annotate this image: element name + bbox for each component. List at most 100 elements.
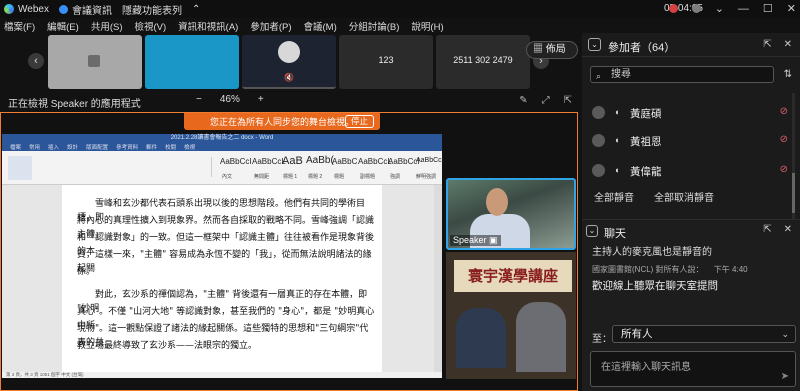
video-off-icon[interactable]: ⊘ (780, 134, 788, 145)
participant-name: 黃祖恩 (630, 136, 662, 148)
participants-header: ⌄ 參加者（64） ⇱ ✕ (582, 33, 800, 57)
sort-icon[interactable]: ⇅ (784, 69, 792, 80)
style-sample: AaBbCcI (416, 157, 444, 164)
stage-banner: 寰宇漢學講座 (454, 260, 572, 292)
speaker-label: Speaker ▣ (450, 235, 501, 246)
send-icon[interactable]: ➤ (781, 371, 789, 382)
chat-recipient-select[interactable]: 所有人 ⌄ (612, 325, 796, 343)
participant-name: 黃庭碩 (630, 108, 662, 120)
sync-stage-banner: 您正在為所有人同步您的舞台檢視。 停止 (184, 113, 380, 130)
participant-row[interactable]: ◖ 黃祖恩 ⊘ (592, 132, 792, 148)
fullscreen-icon[interactable]: ⤢ (542, 95, 550, 106)
participant-name: 黃偉龍 (630, 166, 662, 178)
chat-message-cut: 主持人的麥克風也是靜音的 (592, 247, 712, 258)
menu-help[interactable]: 說明(H) (411, 19, 443, 33)
webex-logo-icon (4, 4, 14, 14)
chat-input[interactable]: 在這裡輸入聊天訊息 ➤ (590, 351, 796, 387)
close-panel-icon[interactable]: ✕ (784, 39, 792, 50)
strip-prev-icon[interactable]: ‹ (28, 53, 44, 69)
recipient-value: 所有人 (621, 328, 653, 340)
video-off-icon[interactable]: ⊘ (780, 164, 788, 175)
collapse-chat-icon[interactable]: ⌄ (586, 225, 598, 237)
unmute-all-button[interactable]: 全部取消靜音 (654, 189, 714, 204)
menu-breakout[interactable]: 分組討論(B) (349, 19, 400, 33)
video-tile-4[interactable]: 123 (339, 35, 433, 89)
menu-participant[interactable]: 參加者(P) (250, 19, 291, 33)
style-name: 內文 (222, 174, 233, 180)
word-scrollbar[interactable] (434, 185, 442, 372)
maximize-icon[interactable]: ☐ (763, 2, 773, 15)
word-window: 2021.2.28讀書會報告之二 docx - Word 檔案 常用 插入 設計… (2, 134, 444, 378)
chevron-down-icon[interactable]: ⌄ (715, 2, 724, 15)
video-strip: ‹ 🔇 123 2511 302 2479 › ▦ 佈局 (0, 33, 580, 90)
close-icon[interactable]: ✕ (787, 2, 796, 15)
menu-view[interactable]: 檢視(V) (134, 19, 166, 33)
menu-edit[interactable]: 編輯(E) (47, 19, 79, 33)
video-off-icon[interactable]: ⊘ (780, 106, 788, 117)
document-page: 雪峰和玄沙都代表石頭系出現以後的思想階段。他們有共同的學術目標，即 將內心的真理… (62, 185, 382, 372)
speaker-video[interactable]: Speaker ▣ (446, 178, 576, 250)
chevron-down-icon: ⌄ (781, 329, 789, 339)
chat-panel: ⌄ 聊天 ⇱ ✕ 主持人的麥克風也是靜音的 國家圖書館(NCL) 對所有人說： … (582, 219, 800, 391)
menu-share[interactable]: 共用(S) (91, 19, 123, 33)
chat-sender: 國家圖書館(NCL) 對所有人說： (592, 265, 704, 274)
style-sample: AaBbCcL (358, 157, 392, 166)
stop-sync-button[interactable]: 停止 (344, 115, 374, 128)
search-placeholder: 搜尋 (611, 69, 631, 80)
word-tab: 常用 (29, 145, 41, 151)
menu-bar: 檔案(F) 編輯(E) 共用(S) 檢視(V) 資訊和視訊(A) 參加者(P) … (0, 18, 580, 33)
collapse-participants-icon[interactable]: ⌄ (588, 38, 601, 51)
avatar (592, 106, 605, 119)
expand-icon[interactable]: ⌃ (192, 4, 200, 15)
popout-chat-icon[interactable]: ⇱ (763, 224, 771, 235)
zoom-level: 46% (219, 94, 240, 105)
screen-share-icon: ▣ (489, 235, 498, 245)
zoom-out-button[interactable]: − (196, 94, 202, 105)
style-sample: AaBbCcI (220, 157, 252, 166)
menu-audio-video[interactable]: 資訊和視訊(A) (178, 19, 238, 33)
word-tab: 參考資料 (116, 145, 139, 151)
style-name: 標題 2 (308, 174, 323, 180)
style-sample: AaBbCcI (388, 157, 420, 166)
view-bar: 正在檢視 Speaker 的應用程式 − 46% + ✎ ⤢ ⇱ (0, 90, 580, 112)
layout-button[interactable]: ▦ 佈局 (526, 41, 578, 59)
word-tab: 插入 (48, 145, 60, 151)
avatar (592, 164, 605, 177)
stage-video[interactable]: 寰宇漢學講座 (446, 252, 576, 379)
close-chat-icon[interactable]: ✕ (784, 224, 792, 235)
annotate-icon[interactable]: ✎ (519, 95, 527, 106)
word-tab: 版面配置 (86, 145, 109, 151)
mic-muted-icon: 🔇 (284, 73, 294, 82)
style-name: 強調 (390, 174, 401, 180)
popout-icon[interactable]: ⇱ (564, 95, 572, 106)
stage-person-1 (456, 308, 506, 368)
meeting-info-button[interactable]: 會議資訊 (72, 2, 112, 17)
banner-text: 您正在為所有人同步您的舞台檢視。 (210, 117, 355, 127)
shared-content-area: 您正在為所有人同步您的舞台檢視。 停止 2021.2.28讀書會報告之二 doc… (0, 112, 578, 391)
video-tile-2[interactable] (145, 35, 239, 89)
document-area: 雪峰和玄沙都代表石頭系出現以後的思想階段。他們有共同的學術目標，即 將內心的真理… (2, 185, 442, 372)
zoom-in-button[interactable]: + (258, 94, 264, 105)
video-tile-5[interactable]: 2511 302 2479 (436, 35, 530, 89)
hide-menu-bar-button[interactable]: 隱藏功能表列 (122, 2, 182, 17)
participant-row[interactable]: ◖ 黃偉龍 ⊘ (592, 162, 792, 178)
style-sample: AaB (282, 155, 303, 167)
style-name: 無間距 (254, 174, 270, 180)
video-tile-1[interactable] (48, 35, 142, 89)
chat-title: 聊天 (604, 228, 626, 240)
chat-input-placeholder: 在這裡輸入聊天訊息 (601, 362, 691, 373)
menu-file[interactable]: 檔案(F) (4, 19, 35, 33)
style-name: 標題 (334, 174, 345, 180)
minimize-icon[interactable]: — (738, 3, 749, 15)
participant-row[interactable]: ◖ 黃庭碩 ⊘ (592, 104, 792, 120)
word-tab: 檢視 (184, 145, 196, 151)
video-tile-3[interactable]: 🔇 (242, 35, 336, 89)
word-tab: 設計 (67, 145, 79, 151)
participant-search-input[interactable]: ⌕ 搜尋 (590, 66, 774, 83)
word-tab: 郵件 (146, 145, 158, 151)
popout-panel-icon[interactable]: ⇱ (763, 39, 771, 50)
menu-meeting[interactable]: 會議(M) (304, 19, 337, 33)
mute-all-button[interactable]: 全部靜音 (594, 189, 634, 204)
grid-icon: ▦ (533, 44, 543, 55)
word-status-bar: 第 3 頁，共 3 頁 1051 個字 中文 (台灣) (2, 372, 442, 378)
